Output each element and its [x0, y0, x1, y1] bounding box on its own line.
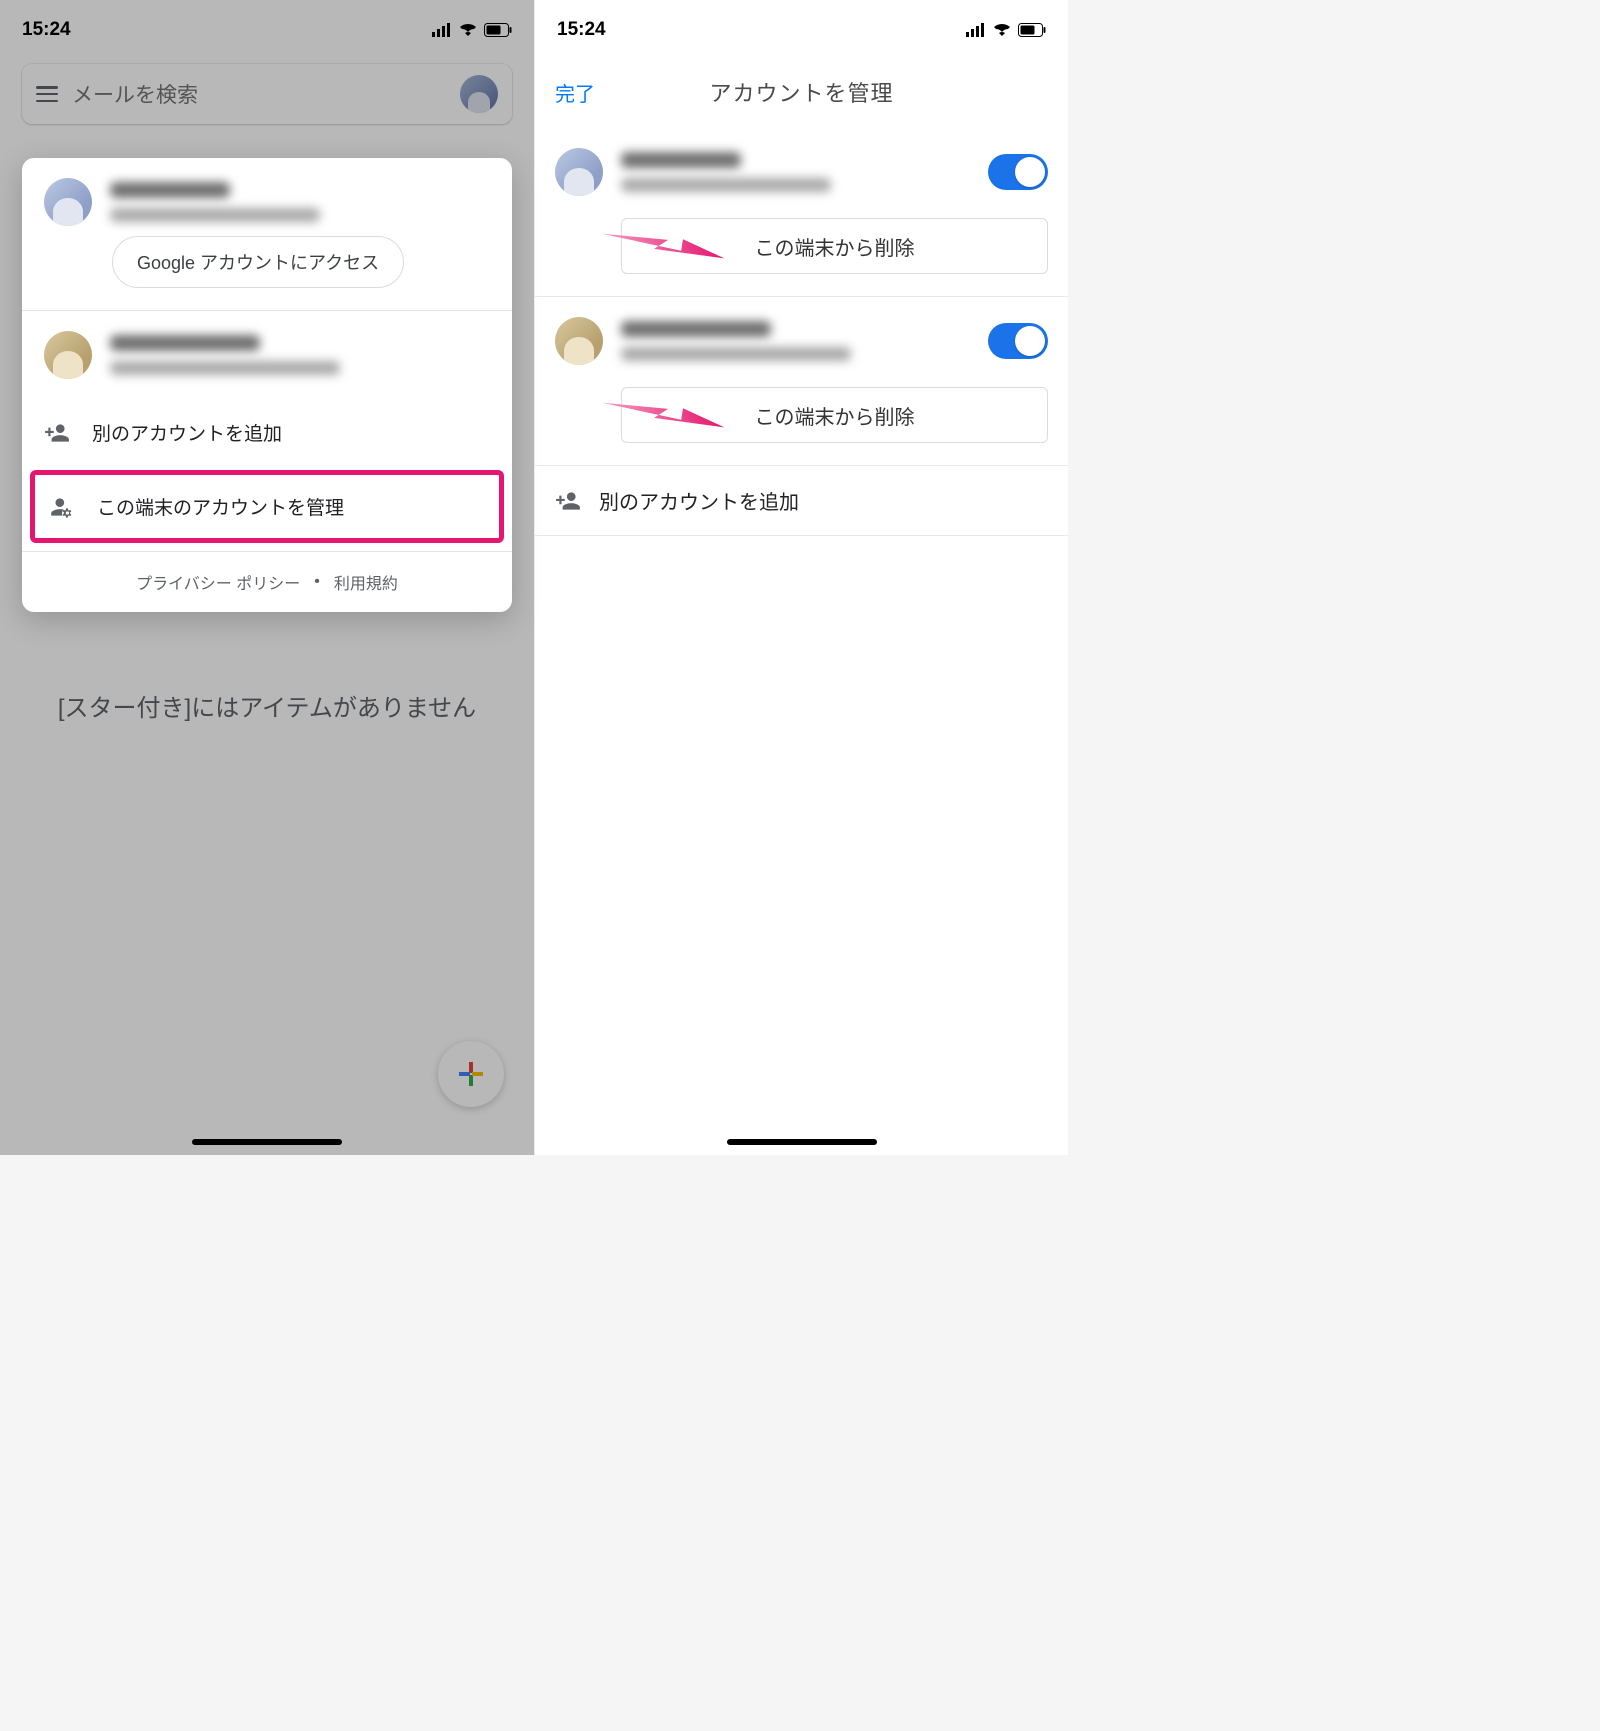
- account-name-redacted: [621, 152, 741, 168]
- privacy-link[interactable]: プライバシー ポリシー: [136, 570, 300, 594]
- account-name-redacted: [621, 321, 771, 337]
- hamburger-icon[interactable]: [36, 86, 58, 102]
- empty-state-text: [スター付き]にはアイテムがありません: [0, 690, 534, 727]
- current-account-row[interactable]: [22, 158, 512, 236]
- home-indicator: [192, 1139, 342, 1145]
- account-toggle[interactable]: [988, 323, 1048, 359]
- status-bar: 15:24: [535, 0, 1068, 60]
- account-email-redacted: [110, 208, 320, 222]
- sheet-footer: プライバシー ポリシー • 利用規約: [22, 551, 512, 612]
- terms-link[interactable]: 利用規約: [334, 570, 398, 594]
- status-icons: [966, 23, 1046, 37]
- nav-header: 完了 アカウントを管理: [535, 60, 1068, 128]
- highlight-annotation: この端末のアカウントを管理: [30, 470, 504, 543]
- avatar-button[interactable]: [460, 75, 498, 113]
- cellular-icon: [432, 23, 452, 37]
- remove-button-label: この端末から削除: [755, 401, 915, 430]
- nav-title: アカウントを管理: [595, 76, 1048, 108]
- account-toggle[interactable]: [988, 154, 1048, 190]
- add-account-row[interactable]: 別のアカウントを追加: [535, 466, 1068, 536]
- plus-icon: [457, 1060, 485, 1088]
- phone-left: 15:24 メールを検索 [スター付き]にはアイテムがありません: [0, 0, 534, 1155]
- manage-accounts-item[interactable]: この端末のアカウントを管理: [35, 475, 499, 538]
- battery-icon: [1018, 23, 1046, 37]
- account-email-redacted: [621, 347, 851, 361]
- account-info: [110, 182, 490, 222]
- account-email-redacted: [621, 178, 831, 192]
- cellular-icon: [966, 23, 986, 37]
- google-account-access-button[interactable]: Google アカウントにアクセス: [112, 236, 404, 288]
- arrow-annotation: [602, 188, 725, 305]
- search-placeholder: メールを検索: [72, 79, 446, 109]
- status-time: 15:24: [22, 19, 71, 41]
- avatar: [44, 178, 92, 226]
- remove-account-button[interactable]: この端末から削除: [621, 218, 1048, 274]
- account-block-2: この端末から削除: [535, 297, 1068, 466]
- other-account-row[interactable]: [22, 311, 512, 399]
- battery-icon: [484, 23, 512, 37]
- account-info: [110, 335, 490, 375]
- account-name-redacted: [110, 182, 230, 198]
- avatar: [44, 331, 92, 379]
- compose-fab[interactable]: [438, 1041, 504, 1107]
- account-name-redacted: [110, 335, 260, 351]
- status-bar: 15:24: [0, 0, 534, 60]
- wifi-icon: [992, 23, 1012, 37]
- person-add-icon: [44, 420, 70, 446]
- avatar: [555, 317, 603, 365]
- account-info: [621, 152, 970, 192]
- done-button[interactable]: 完了: [555, 78, 595, 107]
- home-indicator: [727, 1139, 877, 1145]
- wifi-icon: [458, 23, 478, 37]
- remove-button-label: この端末から削除: [755, 232, 915, 261]
- person-gear-icon: [49, 494, 75, 520]
- arrow-annotation: [602, 357, 725, 474]
- account-block-1: この端末から削除: [535, 128, 1068, 297]
- search-bar[interactable]: メールを検索: [22, 64, 512, 124]
- status-icons: [432, 23, 512, 37]
- add-account-label: 別のアカウントを追加: [92, 419, 282, 446]
- person-add-icon: [555, 488, 581, 514]
- dot-separator: •: [314, 573, 320, 591]
- account-info: [621, 321, 970, 361]
- add-account-item[interactable]: 別のアカウントを追加: [22, 399, 512, 466]
- account-email-redacted: [110, 361, 340, 375]
- account-sheet: Google アカウントにアクセス 別のアカウントを追加: [22, 158, 512, 612]
- avatar: [555, 148, 603, 196]
- add-account-label: 別のアカウントを追加: [599, 486, 799, 515]
- status-time: 15:24: [557, 19, 606, 41]
- remove-account-button[interactable]: この端末から削除: [621, 387, 1048, 443]
- phone-right: 15:24 完了 アカウントを管理: [534, 0, 1068, 1155]
- manage-accounts-label: この端末のアカウントを管理: [97, 493, 344, 520]
